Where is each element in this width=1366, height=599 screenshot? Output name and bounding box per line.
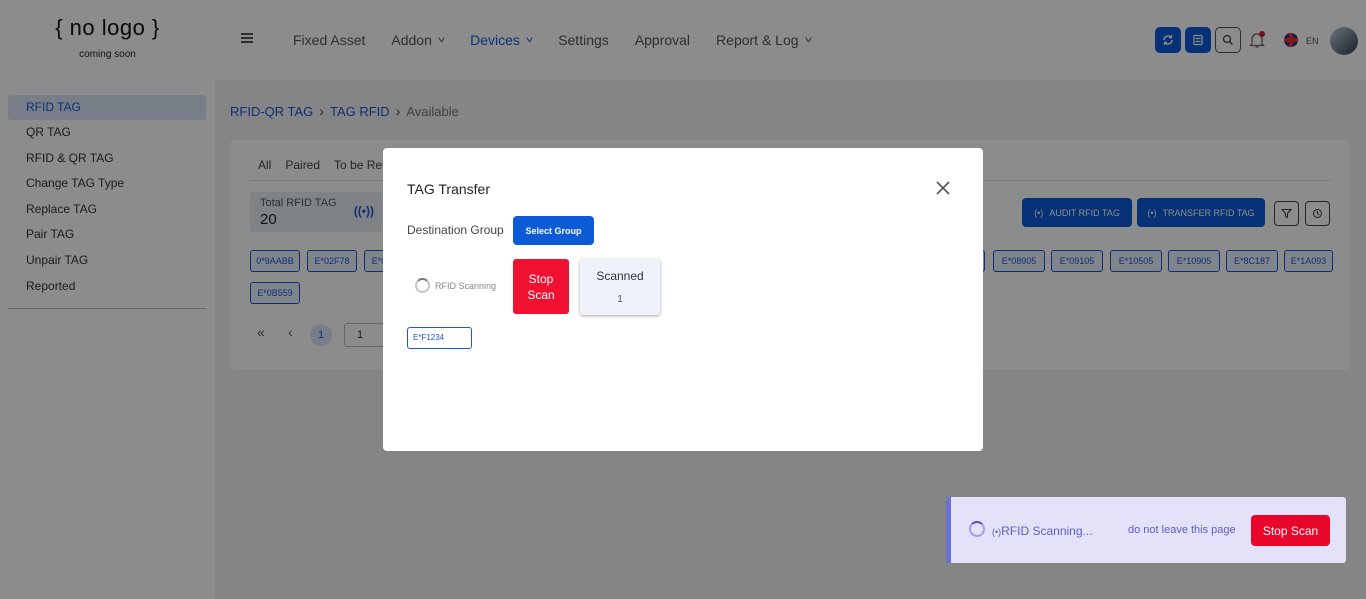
scanned-tag-chip[interactable]: E*F1234 <box>407 327 472 349</box>
tag-transfer-modal: TAG Transfer Destination Group Select Gr… <box>383 148 983 451</box>
modal-title: TAG Transfer <box>407 181 490 197</box>
select-group-button[interactable]: Select Group <box>513 216 594 245</box>
scanning-status: RFID Scanning <box>435 281 497 291</box>
toast-hint: do not leave this page <box>1128 524 1236 536</box>
toast-stop-scan-button[interactable]: Stop Scan <box>1251 515 1330 546</box>
loading-spinner-icon <box>969 521 985 537</box>
scanned-count: 1 <box>617 294 623 305</box>
close-icon[interactable] <box>933 178 953 198</box>
loading-spinner-icon <box>415 278 430 293</box>
toast-status: (•)RFID Scanning... <box>992 524 1093 538</box>
stop-label: Stop <box>528 271 554 286</box>
rfid-signal-icon: (•) <box>992 527 1002 537</box>
destination-group-label: Destination Group <box>407 223 504 237</box>
scanning-toast: (•)RFID Scanning... do not leave this pa… <box>946 497 1346 563</box>
scan-label: Scan <box>527 287 555 302</box>
toast-status-text: RFID Scanning... <box>1001 524 1093 538</box>
stop-scan-button[interactable]: Stop Scan <box>513 259 569 314</box>
scanned-label: Scanned <box>596 269 644 283</box>
scanned-counter: Scanned 1 <box>580 259 660 315</box>
